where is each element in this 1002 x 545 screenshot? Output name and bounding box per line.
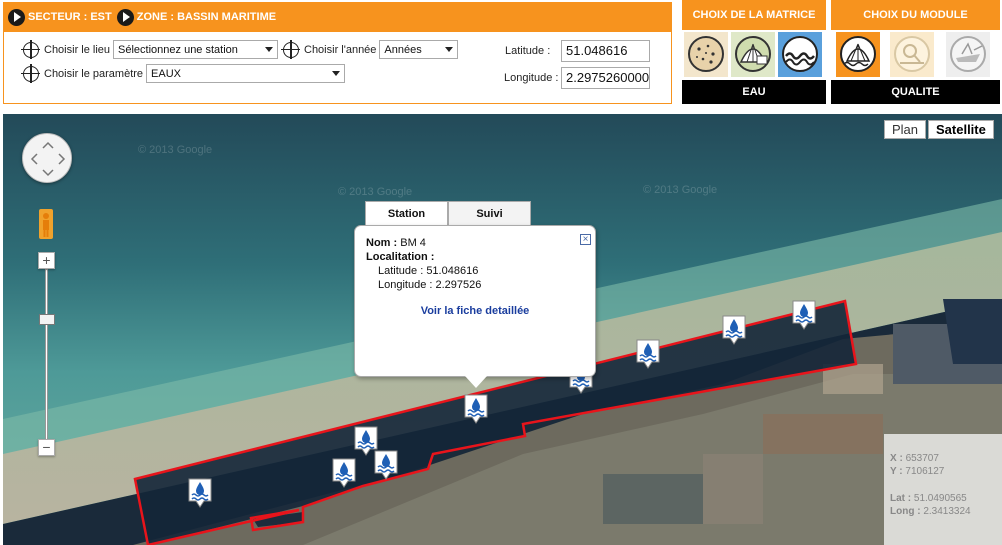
chevron-down-icon — [332, 71, 341, 76]
map-watermark: © 2013 Google — [643, 184, 718, 196]
long-value: 2.3413324 — [923, 506, 971, 517]
header-bar: SECTEUR : EST ZONE : BASSIN MARITIME — [3, 2, 672, 32]
y-value: 7106127 — [905, 466, 945, 477]
module-title: CHOIX DU MODULE — [831, 0, 1000, 30]
crosshair-icon — [281, 39, 300, 59]
analysis-icon[interactable] — [890, 32, 934, 77]
pan-arrows-icon — [30, 141, 66, 177]
chevron-down-icon — [265, 47, 274, 52]
module-selected: QUALITE — [831, 80, 1000, 104]
chevron-down-icon — [445, 47, 454, 52]
latitude-field[interactable]: 51.048616 — [561, 40, 650, 62]
water-station-marker-icon[interactable] — [332, 458, 356, 488]
y-label: Y : — [890, 466, 903, 477]
zoom-slider-handle[interactable] — [39, 314, 55, 325]
nom-value: BM 4 — [400, 237, 426, 249]
breadcrumb-secteur[interactable]: SECTEUR : EST — [8, 8, 112, 26]
breadcrumb-zone[interactable]: ZONE : BASSIN MARITIME — [116, 8, 276, 26]
map-view[interactable]: © 2013 Google © 2013 Google © 2013 Googl… — [3, 114, 1002, 545]
station-select[interactable]: Sélectionnez une station — [113, 40, 279, 59]
parametre-filter: Choisir le paramètre EAUX — [21, 63, 346, 83]
map-watermark: © 2013 Google — [138, 144, 213, 156]
longitude-field[interactable]: 2.29752600000 — [561, 67, 650, 89]
pegman-icon[interactable] — [39, 209, 53, 239]
water-wave-icon[interactable] — [778, 32, 822, 77]
water-station-marker-icon[interactable] — [464, 394, 488, 424]
quality-shell-icon[interactable] — [836, 32, 880, 77]
zoom-out-button[interactable]: − — [38, 439, 55, 456]
water-station-marker-icon[interactable] — [374, 450, 398, 480]
tab-suivi[interactable]: Suivi — [448, 201, 531, 226]
matrice-selected: EAU — [682, 80, 826, 104]
crosshair-icon — [21, 63, 40, 83]
lieu-filter: Choisir le lieu Sélectionnez une station — [21, 39, 279, 59]
sediment-icon[interactable] — [684, 32, 728, 77]
lat-label: Lat : — [890, 493, 912, 504]
detail-link[interactable]: Voir la fiche detaillée — [355, 305, 595, 317]
info-longitude: Longitude : 2.297526 — [378, 279, 482, 291]
long-label: Long : — [890, 506, 921, 517]
vessel-icon[interactable] — [946, 32, 990, 77]
x-value: 653707 — [905, 453, 939, 464]
water-station-marker-icon[interactable] — [636, 339, 660, 369]
coordinate-readout: X : 653707 Y : 7106127 Lat : 51.0490565 … — [884, 434, 1002, 545]
water-station-marker-icon[interactable] — [792, 300, 816, 330]
station-infowindow: × Nom : BM 4 Localitation : Latitude : 5… — [354, 225, 596, 377]
water-station-marker-icon[interactable] — [722, 315, 746, 345]
year-select[interactable]: Années — [379, 40, 459, 59]
localisation-label: Localitation : — [366, 251, 435, 263]
zoom-slider-track[interactable] — [45, 269, 48, 446]
zoom-in-button[interactable]: + — [38, 252, 55, 269]
parameter-select[interactable]: EAUX — [146, 64, 346, 83]
lat-value: 51.0490565 — [913, 493, 967, 504]
map-type-satellite-button[interactable]: Satellite — [928, 120, 994, 139]
map-type-plan-button[interactable]: Plan — [884, 120, 927, 139]
latitude-label: Latitude : — [505, 45, 551, 57]
annee-filter: Choisir l'année Années — [281, 39, 459, 59]
nom-label: Nom : — [366, 237, 398, 249]
pan-control[interactable] — [22, 133, 72, 183]
longitude-label: Longitude : — [504, 72, 559, 84]
play-arrow-icon — [8, 8, 25, 26]
tab-station[interactable]: Station — [365, 201, 448, 226]
infowindow-tail — [465, 376, 487, 388]
filters-panel: Choisir le lieu Sélectionnez une station… — [3, 32, 672, 104]
info-latitude: Latitude : 51.048616 — [378, 265, 479, 277]
close-icon[interactable]: × — [580, 234, 591, 245]
shell-icon[interactable] — [731, 32, 775, 77]
infowindow-tabs: Station Suivi — [365, 201, 531, 226]
crosshair-icon — [21, 39, 40, 59]
matrice-title: CHOIX DE LA MATRICE — [682, 0, 826, 30]
play-arrow-icon — [116, 8, 134, 26]
map-watermark: © 2013 Google — [338, 186, 413, 198]
water-station-marker-icon[interactable] — [188, 478, 212, 508]
x-label: X : — [890, 453, 903, 464]
